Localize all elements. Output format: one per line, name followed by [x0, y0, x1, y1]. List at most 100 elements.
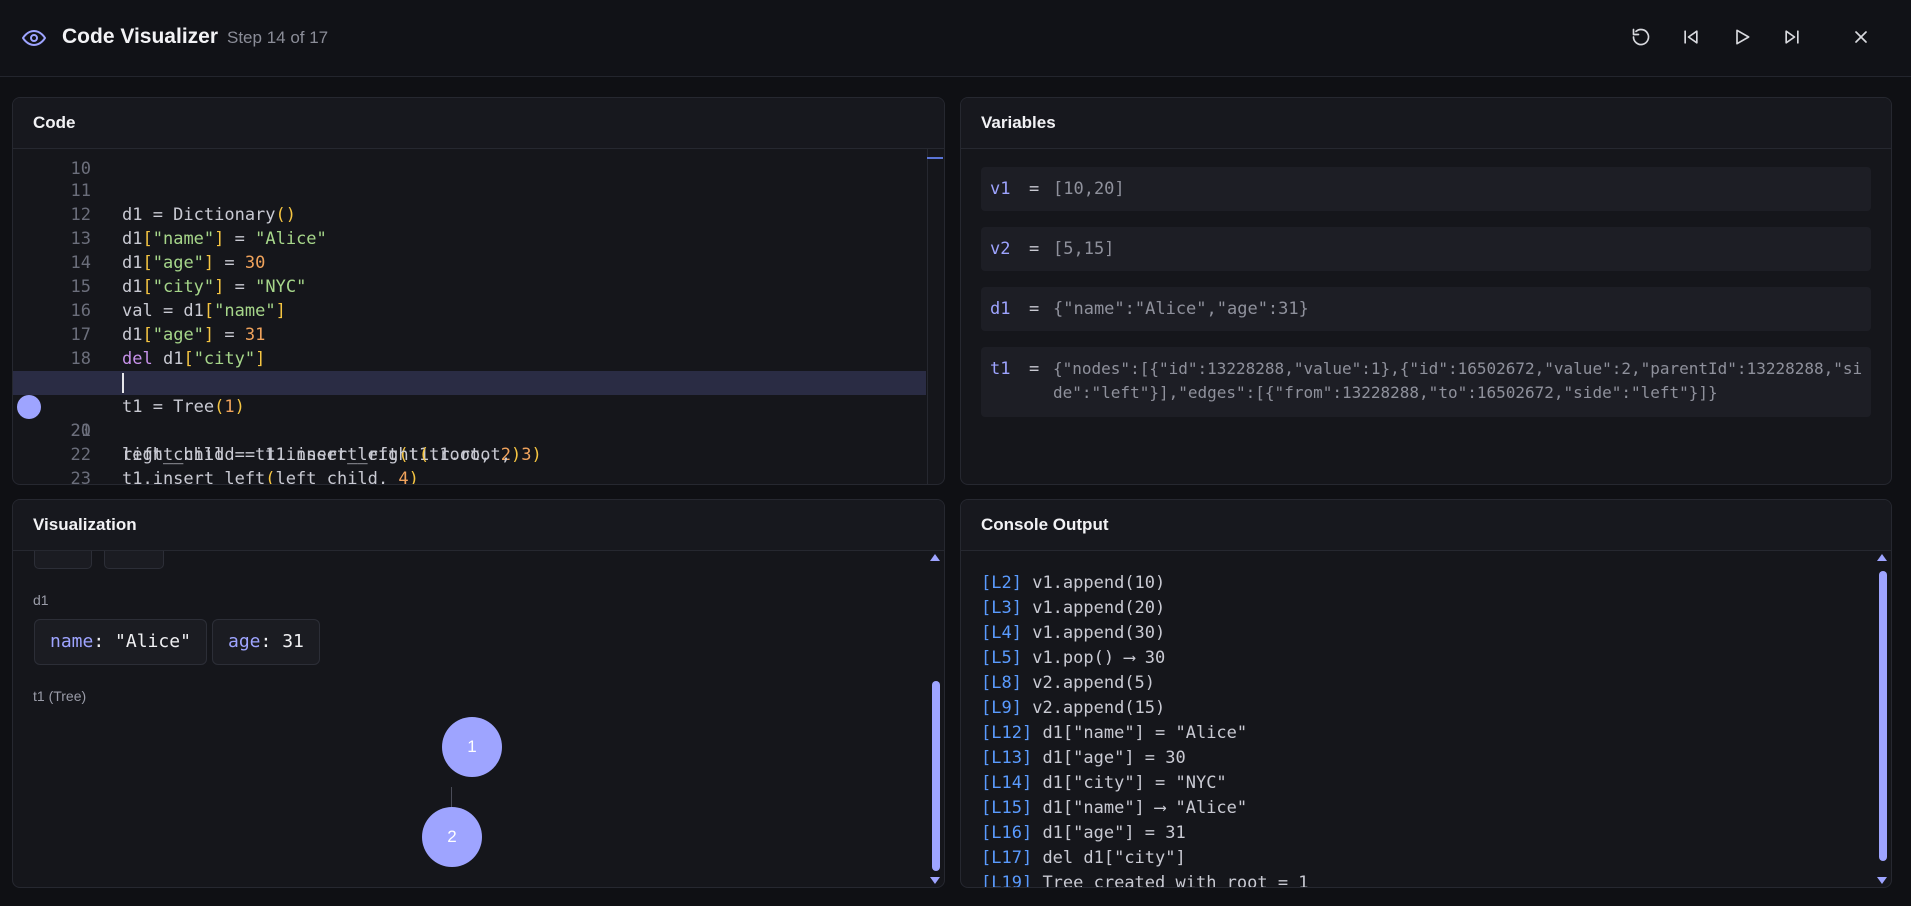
console-scrollbar[interactable] [1875, 551, 1891, 887]
d1-label: d1 [33, 592, 49, 608]
close-icon [1851, 27, 1871, 52]
app-header: Code Visualizer Step 14 of 17 [0, 0, 1911, 77]
scroll-up-arrow-icon[interactable] [930, 554, 940, 561]
visualization-panel-title: Visualization [13, 500, 944, 551]
code-line[interactable]: 17 del d1["city"] [13, 299, 926, 369]
code-line[interactable]: 19 t1 = Tree(1) [13, 347, 926, 417]
console-text: d1["age"] = 31 [1042, 823, 1186, 843]
play-button[interactable] [1724, 21, 1760, 57]
tree-node[interactable]: 2 [422, 807, 482, 867]
list-cell [104, 551, 164, 569]
code-line[interactable]: 13 d1["age"] = 30 [13, 203, 926, 273]
console-text: v1.pop() ⟶ 30 [1032, 648, 1166, 668]
scroll-up-arrow-icon[interactable] [1877, 554, 1887, 561]
tree-node[interactable]: 1 [442, 717, 502, 777]
code-text: t1.insert_left(left_child, 4) [122, 469, 419, 484]
visualization-panel: Visualization d1 name: "Alice" age: 31 t… [12, 499, 945, 888]
variable-equals: = [1029, 239, 1040, 259]
console-text: d1["name"] ⟶ "Alice" [1042, 798, 1248, 818]
console-line: [L9] v2.append(15) [981, 696, 1165, 721]
dict-separator: : [260, 631, 283, 652]
line-tag: [L3] [981, 598, 1022, 618]
code-line[interactable]: 14 d1["city"] = "NYC" [13, 227, 926, 297]
code-scrollbar[interactable] [927, 149, 944, 484]
dict-key: name [50, 631, 94, 652]
variable-equals: = [1029, 299, 1040, 319]
console-text: del d1["city"] [1042, 848, 1186, 868]
step-forward-button[interactable] [1774, 21, 1810, 57]
console-panel-title: Console Output [961, 500, 1891, 551]
restart-icon [1631, 27, 1651, 52]
variable-value: [5,15] [1053, 239, 1115, 259]
list-cell [34, 551, 92, 569]
code-panel: Code 10 11 d1 = Dictionary() 12 d1["name… [12, 97, 945, 485]
variable-value: {"nodes":[{"id":13228288,"value":1},{"id… [1053, 359, 1863, 402]
dict-key: age [228, 631, 261, 652]
dict-entry: name: "Alice" [34, 619, 207, 665]
dict-separator: : [93, 631, 116, 652]
code-line[interactable]: 16 d1["age"] = 31 [13, 275, 926, 345]
line-tag: [L17] [981, 848, 1033, 868]
variable-row: t1 = {"nodes":[{"id":13228288,"value":1}… [981, 347, 1871, 417]
code-line[interactable]: 23 t1.insert_right(left_child, 5) [13, 443, 926, 484]
scrollbar-thumb[interactable] [932, 681, 940, 871]
console-output[interactable]: [L2] v1.append(10) [L3] v1.append(20) [L… [961, 551, 1891, 887]
variable-value: [10,20] [1053, 179, 1125, 199]
scroll-position-marker [927, 157, 943, 159]
visualization-scrollbar[interactable] [928, 551, 944, 887]
close-button[interactable] [1843, 21, 1879, 57]
code-line[interactable]: 22 t1.insert_left(left_child, 4) [13, 419, 926, 484]
console-line: [L19] Tree created with root = 1 [981, 871, 1309, 887]
app-title: Code Visualizer [62, 25, 219, 48]
console-line: [L3] v1.append(20) [981, 596, 1165, 621]
tree-label: t1 (Tree) [33, 688, 87, 704]
code-line[interactable]: 15 val = d1["name"] [13, 251, 926, 321]
visualization-canvas[interactable]: d1 name: "Alice" age: 31 t1 (Tree) 1 2 [13, 551, 944, 887]
variable-value: {"name":"Alice","age":31} [1053, 299, 1309, 319]
console-line: [L13] d1["age"] = 30 [981, 746, 1186, 771]
code-line[interactable]: 18 [13, 323, 926, 369]
variables-panel: Variables v1 = [10,20] v2 = [5,15] d1 = … [960, 97, 1892, 485]
variable-equals: = [1029, 359, 1040, 379]
line-tag: [L13] [981, 748, 1033, 768]
scroll-down-arrow-icon[interactable] [930, 877, 940, 884]
console-line: [L2] v1.append(10) [981, 571, 1165, 596]
tree-edge [451, 787, 452, 809]
line-tag: [L16] [981, 823, 1033, 843]
console-text: v1.append(30) [1032, 623, 1166, 643]
code-line[interactable]: 12 d1["name"] = "Alice" [13, 179, 926, 249]
console-line: [L15] d1["name"] ⟶ "Alice" [981, 796, 1247, 821]
variable-row: d1 = {"name":"Alice","age":31} [981, 287, 1871, 331]
scroll-down-arrow-icon[interactable] [1877, 877, 1887, 884]
line-tag: [L12] [981, 723, 1033, 743]
console-line: [L8] v2.append(5) [981, 671, 1155, 696]
console-text: d1["name"] = "Alice" [1042, 723, 1248, 743]
console-text: v2.append(5) [1032, 673, 1156, 693]
line-tag: [L9] [981, 698, 1022, 718]
dict-entry: age: 31 [212, 619, 320, 665]
code-editor[interactable]: 10 11 d1 = Dictionary() 12 d1["name"] = … [13, 149, 944, 484]
variable-name: v1 [990, 179, 1011, 199]
line-tag: [L5] [981, 648, 1022, 668]
console-panel: Console Output [L2] v1.append(10) [L3] v… [960, 499, 1892, 888]
variable-name: d1 [990, 299, 1011, 319]
console-line: [L14] d1["city"] = "NYC" [981, 771, 1227, 796]
console-text: v2.append(15) [1032, 698, 1166, 718]
code-panel-title: Code [13, 98, 944, 149]
step-back-button[interactable] [1673, 21, 1709, 57]
console-text: v1.append(20) [1032, 598, 1166, 618]
line-tag: [L15] [981, 798, 1033, 818]
console-line: [L4] v1.append(30) [981, 621, 1165, 646]
current-code-line[interactable]: 20 left_child = t1.insert_left(t1.root, … [13, 371, 926, 465]
code-line[interactable]: 21 right_child = t1.insert_right(t1.root… [13, 395, 926, 465]
line-tag: [L8] [981, 673, 1022, 693]
console-line: [L5] v1.pop() ⟶ 30 [981, 646, 1165, 671]
line-tag: [L4] [981, 623, 1022, 643]
scrollbar-thumb[interactable] [1879, 571, 1887, 861]
play-icon [1732, 27, 1752, 52]
console-line: [L12] d1["name"] = "Alice" [981, 721, 1247, 746]
restart-button[interactable] [1623, 21, 1659, 57]
code-line[interactable]: 11 d1 = Dictionary() [13, 155, 926, 225]
line-tag: [L19] [981, 873, 1033, 887]
step-back-icon [1681, 27, 1701, 52]
